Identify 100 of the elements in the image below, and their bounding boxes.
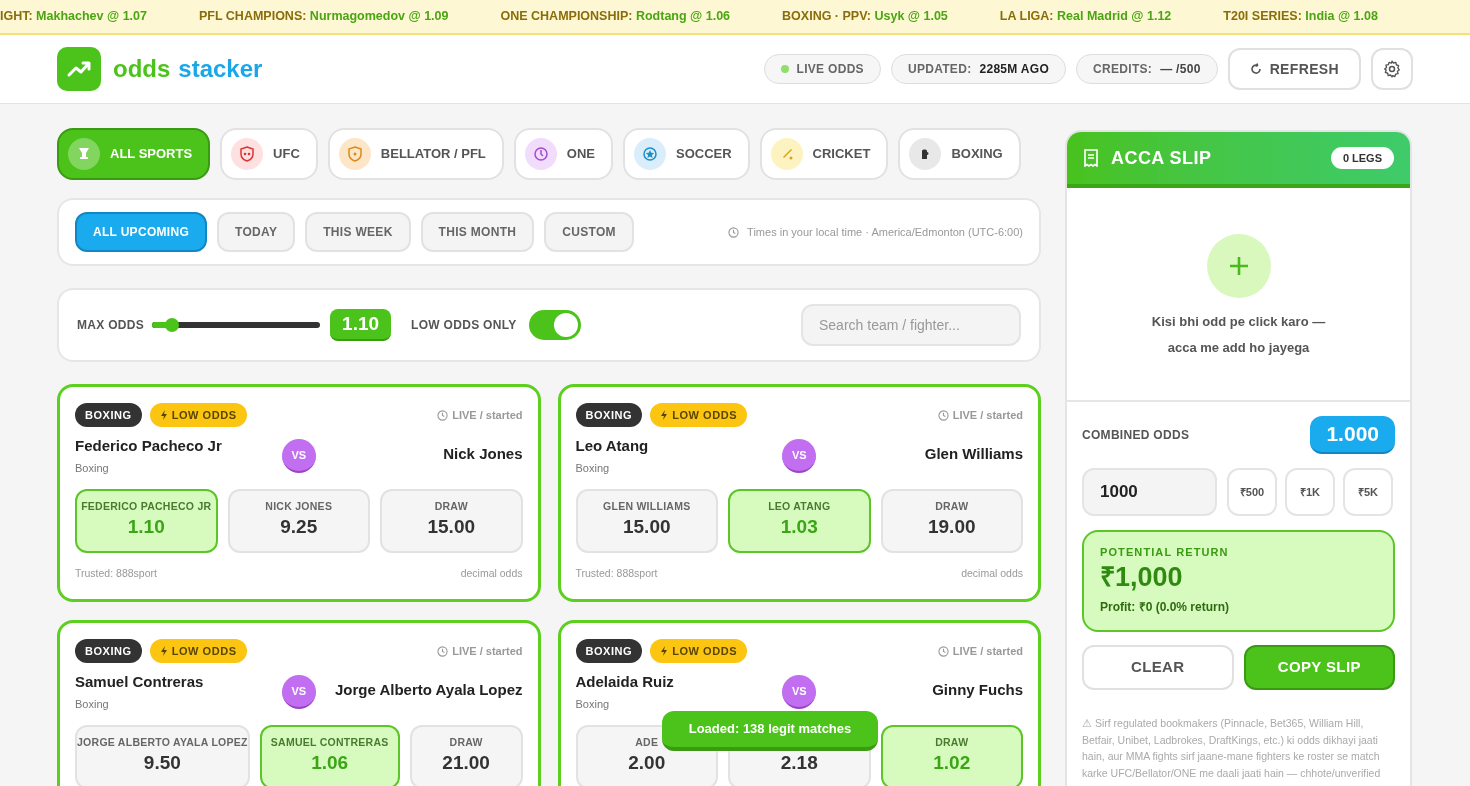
date-range-tab[interactable]: CUSTOM: [544, 212, 634, 252]
clock-icon: [937, 645, 949, 657]
sport-tag: BOXING: [575, 403, 643, 427]
match-status: LIVE / started: [952, 643, 1023, 659]
quick-stake-button[interactable]: ₹1K: [1285, 468, 1335, 516]
cricket-sport-icon: [770, 138, 803, 170]
bolt-icon: [660, 646, 669, 656]
credits-badge: CREDITS: — /500: [1076, 54, 1218, 84]
bolt-icon: [159, 646, 168, 656]
date-range-tab[interactable]: TODAY: [217, 212, 296, 252]
odds-button[interactable]: LEO ATANG 1.03: [728, 489, 871, 553]
date-range-tab[interactable]: THIS MONTH: [420, 212, 535, 252]
sport-tag: BOXING: [75, 639, 142, 663]
date-range-tab[interactable]: THIS WEEK: [305, 212, 411, 252]
empty-message: Kisi bhi odd pe click karo —: [1151, 313, 1326, 331]
bolt-icon: [660, 410, 669, 420]
refresh-icon: [1249, 63, 1262, 75]
away-name: Glen Williams: [923, 444, 1023, 464]
source-text: Trusted: 888sport: [575, 566, 658, 581]
low-odds-tag: LOW ODDS: [650, 639, 748, 663]
match-status: LIVE / started: [452, 643, 523, 659]
all-sport-icon: [68, 138, 100, 170]
home-name: Federico Pacheco Jr: [75, 436, 223, 456]
combined-odds-label: COMBINED ODDS: [1082, 427, 1190, 444]
sport-tag: BOXING: [75, 403, 142, 427]
refresh-button[interactable]: REFRESH: [1227, 48, 1361, 90]
sport-tab[interactable]: BOXING: [898, 128, 1021, 180]
clear-button[interactable]: CLEAR: [1082, 645, 1234, 690]
legs-count: 0 LEGS: [1330, 146, 1394, 170]
logo-icon: [57, 47, 101, 91]
away-name: Ginny Fuchs: [931, 680, 1023, 700]
clock-icon: [728, 226, 740, 238]
combined-odds-value: 1.000: [1310, 416, 1395, 454]
quick-stake-button[interactable]: ₹500: [1227, 468, 1277, 516]
ticker-item: ONE CHAMPIONSHIP: Rodtang @ 1.06: [500, 8, 731, 26]
settings-button[interactable]: [1371, 48, 1413, 90]
odds-format: decimal odds: [961, 566, 1023, 581]
ticker-item: BOXING · PPV: Usyk @ 1.05: [782, 8, 948, 26]
settings-icon: [1382, 59, 1402, 79]
odds-button[interactable]: FEDERICO PACHECO JR 1.10: [75, 489, 218, 553]
updated-badge: UPDATED: 2285M AGO: [890, 54, 1067, 84]
vs-badge: VS: [281, 675, 316, 709]
slip-title: ACCA SLIP: [1111, 146, 1212, 170]
odds-button[interactable]: GLEN WILLIAMS 15.00: [575, 489, 718, 553]
sport-tab[interactable]: BELLATOR / PFL: [327, 128, 504, 180]
home-name: Adelaida Ruiz: [575, 672, 675, 692]
away-name: Jorge Alberto Ayala Lopez: [333, 680, 523, 700]
source-text: Trusted: 888sport: [75, 566, 157, 581]
logo-text: odds: [113, 54, 171, 84]
low-odds-label: LOW ODDS ONLY: [411, 317, 517, 334]
return-label: POTENTIAL RETURN: [1100, 545, 1230, 560]
odds-button[interactable]: DRAW 19.00: [880, 489, 1023, 553]
receipt-icon: [1083, 149, 1099, 167]
logo-text: stacker: [178, 54, 263, 84]
boxing-sport-icon: [909, 138, 942, 170]
home-sport: Boxing: [575, 696, 611, 712]
vs-badge: VS: [782, 439, 817, 473]
vs-badge: VS: [782, 675, 817, 709]
home-sport: Boxing: [575, 460, 611, 476]
empty-message: acca me add ho jayega: [1167, 338, 1310, 357]
sport-tab[interactable]: CRICKET: [759, 128, 889, 180]
search-field[interactable]: Search team / fighter...: [801, 304, 1021, 346]
ufc-sport-icon: [231, 138, 264, 170]
odds-button[interactable]: DRAW 15.00: [380, 489, 523, 553]
odds-button[interactable]: NICK JONES 9.25: [227, 489, 370, 553]
odds-button[interactable]: JORGE ALBERTO AYALA LOPEZ 9.50: [75, 725, 250, 786]
max-odds-slider[interactable]: [152, 317, 321, 333]
disclaimer-text: ⚠ Sirf regulated bookmakers (Pinnacle, Bet365, William Hill, Betfair, Unibet, Ladbrokes, DraftKings, etc.) ki odds dikhayi jaati hain, aur MMA fights sirf jaane-mane fighters ke roster se match karke UFC/Bellator/ONE me daali jaati hain — chhote/unverified: [1082, 716, 1382, 781]
sport-tab[interactable]: ONE: [513, 128, 613, 180]
max-odds-label: MAX ODDS: [77, 317, 145, 334]
match-status: LIVE / started: [452, 407, 523, 423]
ticker-item: T20I SERIES: India @ 1.08: [1223, 8, 1378, 26]
one-sport-icon: [524, 138, 557, 170]
odds-button[interactable]: DRAW 1.02: [880, 725, 1023, 786]
loaded-toast: Loaded: 138 legit matches: [662, 711, 878, 751]
low-odds-toggle[interactable]: [528, 310, 581, 340]
profit-text: Profit: ₹0 (0.0% return): [1100, 599, 1230, 617]
stake-input[interactable]: 1000: [1082, 468, 1217, 516]
odds-button[interactable]: DRAW 21.00: [409, 725, 523, 786]
home-name: Leo Atang: [575, 436, 650, 456]
quick-stake-button[interactable]: ₹5K: [1343, 468, 1393, 516]
odds-button[interactable]: SAMUEL CONTRERAS 1.06: [259, 725, 400, 786]
sport-tag: BOXING: [575, 639, 643, 663]
bolt-icon: [159, 410, 168, 420]
match-status: LIVE / started: [952, 407, 1023, 423]
max-odds-value: 1.10: [330, 309, 392, 341]
timezone-note: Times in your local time · America/Edmonton (UTC-6:00): [747, 224, 1023, 240]
ticker-item: LA LIGA: Real Madrid @ 1.12: [999, 8, 1172, 26]
ticker-item: PFL CHAMPIONS: Nurmagomedov @ 1.09: [198, 8, 449, 26]
vs-badge: VS: [281, 439, 316, 473]
sport-tab[interactable]: UFC: [220, 128, 318, 180]
sport-tab[interactable]: SOCCER: [622, 128, 750, 180]
soccer-sport-icon: [633, 138, 666, 170]
low-odds-tag: LOW ODDS: [149, 639, 247, 663]
live-odds-badge: LIVE ODDS: [763, 54, 881, 84]
home-sport: Boxing: [75, 460, 110, 476]
ticker-item: IGHT: Makhachev @ 1.07: [0, 8, 147, 26]
clock-icon: [437, 645, 449, 657]
home-sport: Boxing: [75, 696, 110, 712]
bellator-sport-icon: [338, 138, 371, 170]
